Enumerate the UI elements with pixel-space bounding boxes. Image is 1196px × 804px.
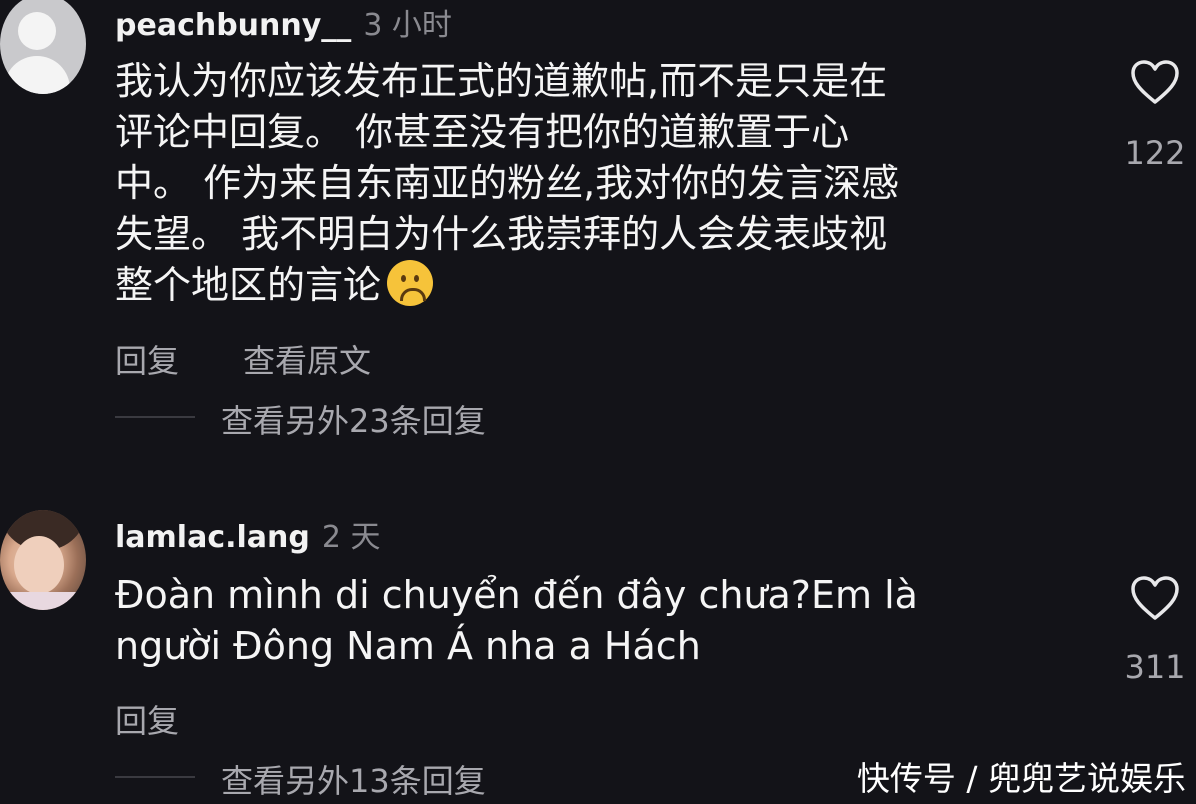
comment-line: người Đông Nam Á nha a Hách [115,624,701,668]
comment-time: 2 天 [321,520,381,555]
like-count: 311 [1124,648,1186,686]
sad-face-icon [387,260,434,306]
replies-divider [115,776,195,778]
heart-icon[interactable] [1130,576,1180,622]
comment-line: Đoàn mình di chuyển đến đây chưa?Em là [115,573,918,617]
comment-username[interactable]: peachbunny__ 3 小时 [115,0,452,44]
watermark: 快传号 / 兜兜艺说娱乐 [856,759,1186,798]
view-replies-button[interactable]: 查看另外23条回复 [221,396,486,442]
comment-line: 评论中回复。 你甚至没有把你的道歉置于心 [115,110,850,154]
replies-divider [115,416,195,418]
comment-text: Đoàn mình di chuyển đến đây chưa?Em là n… [115,570,918,672]
avatar-face [14,536,64,594]
like-count: 122 [1124,134,1186,172]
view-replies-button[interactable]: 查看另外13条回复 [221,756,486,802]
comment-line-text: 整个地区的言论 [115,263,382,307]
comment-line: 失望。 我不明白为什么我崇拜的人会发表歧视 [115,212,888,256]
comment-line: 整个地区的言论 [115,260,899,311]
comments-page: peachbunny__ 3 小时 我认为你应该发布正式的道歉帖,而不是只是在 评… [0,0,1196,804]
avatar-shirt [0,592,86,610]
comment-time: 3 小时 [363,8,452,43]
avatar-body [4,56,70,94]
username-text[interactable]: peachbunny__ [115,8,351,43]
avatar[interactable] [0,0,86,94]
comment-line: 我认为你应该发布正式的道歉帖,而不是只是在 [115,59,888,103]
reply-button[interactable]: 回复 [115,696,179,742]
heart-icon[interactable] [1130,60,1180,106]
comment-username[interactable]: lamlac.lang 2 天 [115,512,380,556]
avatar[interactable] [0,510,86,610]
comment-line: 中。 作为来自东南亚的粉丝,我对你的发言深感 [115,161,900,205]
see-translation-button[interactable]: 查看原文 [243,336,371,382]
avatar-head [18,12,56,50]
reply-button[interactable]: 回复 [115,336,179,382]
comment-text: 我认为你应该发布正式的道歉帖,而不是只是在 评论中回复。 你甚至没有把你的道歉置… [115,56,899,311]
username-text[interactable]: lamlac.lang [115,520,310,555]
